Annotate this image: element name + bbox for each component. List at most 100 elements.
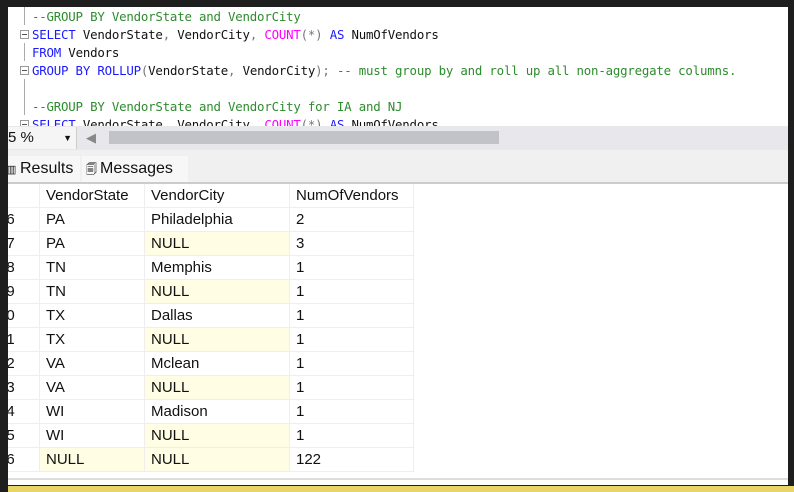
editor-status-bar: 5 % ▼ ◀ bbox=[8, 126, 788, 150]
grid-cell[interactable]: VA bbox=[40, 352, 145, 376]
code-token: SELECT bbox=[32, 27, 76, 42]
code-token: --GROUP BY VendorState and VendorCity bbox=[32, 9, 301, 24]
row-number[interactable]: 72 bbox=[8, 352, 40, 376]
code-token: (*) bbox=[300, 117, 323, 126]
grid-cell[interactable]: WI bbox=[40, 424, 145, 448]
grid-cell[interactable]: 1 bbox=[290, 304, 414, 328]
code-line[interactable]: --GROUP BY VendorState and VendorCity bbox=[32, 8, 301, 26]
grid-cell[interactable]: WI bbox=[40, 400, 145, 424]
code-line[interactable]: SELECT VendorState, VendorCity, COUNT(*)… bbox=[32, 26, 439, 44]
grid-cell[interactable]: PA bbox=[40, 208, 145, 232]
column-header[interactable] bbox=[8, 184, 40, 208]
table-row[interactable]: 73VANULL1 bbox=[8, 376, 414, 400]
grid-cell[interactable]: TN bbox=[40, 256, 145, 280]
row-number[interactable]: 74 bbox=[8, 400, 40, 424]
grid-cell[interactable]: NULL bbox=[145, 424, 290, 448]
grid-cell[interactable]: VA bbox=[40, 376, 145, 400]
grid-cell[interactable]: NULL bbox=[145, 232, 290, 256]
grid-cell[interactable]: TN bbox=[40, 280, 145, 304]
code-line[interactable]: GROUP BY ROLLUP(VendorState, VendorCity)… bbox=[32, 62, 736, 80]
grid-cell[interactable]: Dallas bbox=[145, 304, 290, 328]
column-header[interactable]: VendorCity bbox=[145, 184, 290, 208]
code-token: AS bbox=[322, 117, 345, 126]
table-row[interactable]: 74WIMadison1 bbox=[8, 400, 414, 424]
code-token: COUNT bbox=[264, 27, 301, 42]
grid-cell[interactable]: Memphis bbox=[145, 256, 290, 280]
row-number[interactable]: 67 bbox=[8, 232, 40, 256]
code-token: VendorCity bbox=[169, 117, 250, 126]
tab-results-label: Results bbox=[20, 160, 74, 177]
table-row[interactable]: 69TNNULL1 bbox=[8, 280, 414, 304]
grid-cell[interactable]: 1 bbox=[290, 256, 414, 280]
grid-header-row[interactable]: VendorState VendorCity NumOfVendors bbox=[8, 184, 414, 208]
row-number[interactable]: 71 bbox=[8, 328, 40, 352]
grid-cell[interactable]: 2 bbox=[290, 208, 414, 232]
grid-cell[interactable]: 1 bbox=[290, 280, 414, 304]
row-number[interactable]: 76 bbox=[8, 448, 40, 472]
outline-guide bbox=[24, 79, 25, 97]
grid-cell[interactable]: 1 bbox=[290, 400, 414, 424]
grid-cell[interactable]: 122 bbox=[290, 448, 414, 472]
grid-cell[interactable]: 1 bbox=[290, 376, 414, 400]
code-token: AS bbox=[322, 27, 345, 42]
code-token: GROUP BY ROLLUP bbox=[32, 63, 141, 78]
row-number[interactable]: 70 bbox=[8, 304, 40, 328]
table-row[interactable]: 68TNMemphis1 bbox=[8, 256, 414, 280]
row-number[interactable]: 69 bbox=[8, 280, 40, 304]
tab-messages[interactable]: 🗐 Messages bbox=[82, 156, 188, 182]
grid-cell[interactable]: TX bbox=[40, 304, 145, 328]
column-header[interactable]: NumOfVendors bbox=[290, 184, 414, 208]
code-token: VendorCity bbox=[169, 27, 250, 42]
column-header[interactable]: VendorState bbox=[40, 184, 145, 208]
zoom-dropdown[interactable]: 5 % ▼ bbox=[8, 127, 77, 149]
scroll-left-icon[interactable]: ◀ bbox=[86, 130, 96, 146]
row-number[interactable]: 73 bbox=[8, 376, 40, 400]
code-line[interactable]: SELECT VendorState, VendorCity, COUNT(*)… bbox=[32, 116, 439, 126]
outline-guide bbox=[24, 43, 25, 61]
table-row[interactable]: 70TXDallas1 bbox=[8, 304, 414, 328]
collapse-icon[interactable] bbox=[20, 30, 29, 39]
code-token: VendorState bbox=[148, 63, 229, 78]
grid-cell[interactable]: 1 bbox=[290, 352, 414, 376]
code-token: ); bbox=[315, 63, 330, 78]
code-token: VendorCity bbox=[242, 63, 316, 78]
grid-cell[interactable]: Mclean bbox=[145, 352, 290, 376]
table-row[interactable]: 72VAMclean1 bbox=[8, 352, 414, 376]
tab-messages-label: Messages bbox=[100, 160, 173, 177]
table-row[interactable]: 75WINULL1 bbox=[8, 424, 414, 448]
collapse-icon[interactable] bbox=[20, 66, 29, 75]
tab-results[interactable]: ▥ Results bbox=[8, 156, 80, 182]
table-row[interactable]: 76NULLNULL122 bbox=[8, 448, 414, 472]
grid-cell[interactable]: TX bbox=[40, 328, 145, 352]
outline-guide bbox=[24, 7, 25, 25]
table-row[interactable]: 67PANULL3 bbox=[8, 232, 414, 256]
grid-cell[interactable]: NULL bbox=[40, 448, 145, 472]
row-number[interactable]: 66 bbox=[8, 208, 40, 232]
grid-cell[interactable]: NULL bbox=[145, 376, 290, 400]
grid-cell[interactable]: Madison bbox=[145, 400, 290, 424]
grid-cell[interactable]: 3 bbox=[290, 232, 414, 256]
grid-cell[interactable]: Philadelphia bbox=[145, 208, 290, 232]
grid-cell[interactable]: PA bbox=[40, 232, 145, 256]
code-token: (*) bbox=[300, 27, 323, 42]
code-token: -- must group by and roll up all non-agg… bbox=[329, 63, 737, 78]
row-number[interactable]: 75 bbox=[8, 424, 40, 448]
grid-cell[interactable]: NULL bbox=[145, 280, 290, 304]
chevron-down-icon: ▼ bbox=[63, 133, 72, 143]
code-line[interactable]: --GROUP BY VendorState and VendorCity fo… bbox=[32, 98, 402, 116]
query-editor[interactable]: --GROUP BY VendorState and VendorCity SEL… bbox=[8, 7, 788, 126]
grid-cell[interactable]: 1 bbox=[290, 424, 414, 448]
table-row[interactable]: 66PAPhiladelphia2 bbox=[8, 208, 414, 232]
grid-cell[interactable]: 1 bbox=[290, 328, 414, 352]
grid-cell[interactable]: NULL bbox=[145, 328, 290, 352]
table-row[interactable]: 71TXNULL1 bbox=[8, 328, 414, 352]
row-number[interactable]: 68 bbox=[8, 256, 40, 280]
results-grid[interactable]: VendorStateVendorCityNumOfVendors66PAPhi… bbox=[8, 184, 788, 480]
horizontal-scrollbar-thumb[interactable] bbox=[109, 131, 499, 144]
code-token: COUNT bbox=[264, 117, 301, 126]
grid-icon: ▥ bbox=[8, 164, 17, 176]
grid-cell[interactable]: NULL bbox=[145, 448, 290, 472]
code-line[interactable]: FROM Vendors bbox=[32, 44, 119, 62]
code-token: SELECT bbox=[32, 117, 76, 126]
code-token: VendorState bbox=[75, 27, 163, 42]
